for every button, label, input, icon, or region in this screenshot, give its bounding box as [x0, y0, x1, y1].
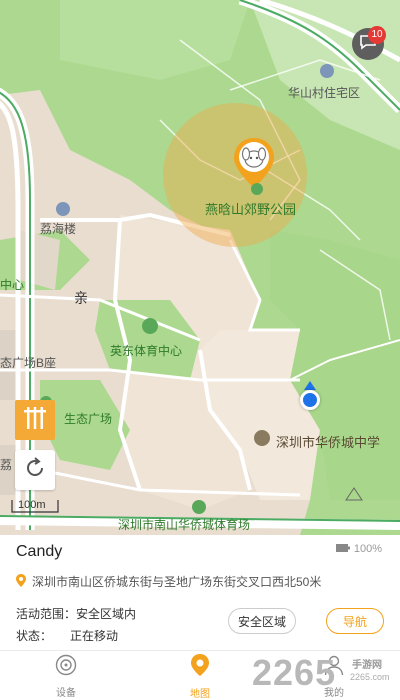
label-huashan: 华山村住宅区	[288, 86, 361, 100]
label-qin: 亲	[74, 290, 88, 306]
label-shengtai: 生态广场	[64, 412, 113, 426]
device-info-panel: Candy 100% 深圳市南山区侨城东街与圣地广场东街交叉口西北50米 活动范…	[0, 535, 400, 650]
park-icon	[251, 183, 263, 195]
watermark-logo: 2265	[252, 652, 337, 693]
poi-residential-icon	[320, 64, 334, 78]
map-tab-icon	[190, 653, 210, 682]
school-icon	[254, 430, 270, 446]
battery-status: 100%	[335, 543, 382, 555]
label-park: 燕晗山郊野公园	[205, 202, 297, 217]
tab-map[interactable]: 地图	[160, 651, 240, 700]
fence-icon	[22, 405, 48, 436]
watermark-url: 2265.com	[350, 672, 390, 682]
device-name: Candy	[16, 543, 63, 560]
label-zhongxin: 中心	[0, 278, 25, 292]
address-text: 深圳市南山区侨城东街与圣地广场东街交叉口西北50米	[32, 575, 322, 589]
bottom-tab-bar: 设备 地图 我的	[0, 650, 400, 700]
safe-zone-button[interactable]: 安全区域	[228, 608, 296, 634]
watermark-subtitle: 手游网	[352, 660, 382, 671]
fence-button[interactable]	[15, 400, 55, 440]
battery-percent: 100%	[353, 543, 382, 555]
sports-center-icon	[142, 318, 158, 334]
label-yingdong: 英东体育中心	[110, 344, 183, 358]
refresh-icon	[23, 456, 47, 485]
poi-building-icon	[56, 202, 70, 216]
battery-icon	[335, 543, 350, 555]
heading-arrow-icon	[304, 381, 316, 390]
label-lihai2: 荔	[0, 458, 13, 472]
activity-range-row: 活动范围：安全区域内	[16, 605, 136, 622]
label-lihai: 荔海楼	[40, 222, 77, 236]
app-root: 10 华山村住宅区 燕晗山郊野公园 荔海楼 中心 亲 英东体育中心 态广场B座	[0, 0, 400, 700]
tab-device-label: 设备	[56, 687, 76, 699]
map-scale-text: 100m	[18, 499, 46, 511]
activity-label: 活动范围：	[16, 607, 77, 621]
tab-device[interactable]: 设备	[26, 651, 106, 700]
tab-map-label: 地图	[190, 688, 210, 700]
address-row: 深圳市南山区侨城东街与圣地广场东街交叉口西北50米	[16, 573, 321, 590]
status-row: 状态： 正在移动	[16, 627, 118, 644]
navigate-button[interactable]: 导航	[326, 608, 384, 634]
message-badge: 10	[368, 26, 386, 44]
map-view[interactable]: 10 华山村住宅区 燕晗山郊野公园 荔海楼 中心 亲 英东体育中心 态广场B座	[0, 0, 400, 535]
device-tab-icon	[55, 654, 77, 681]
label-shengtai-b: 态广场B座	[0, 356, 57, 370]
location-pin-icon	[16, 573, 26, 590]
status-label: 状态：	[16, 629, 53, 643]
refresh-button[interactable]	[15, 450, 55, 490]
stadium-icon	[192, 500, 206, 514]
activity-value: 安全区域内	[76, 607, 137, 621]
label-school: 深圳市华侨城中学	[276, 435, 381, 450]
my-location-dot	[300, 390, 320, 410]
label-road-bottom: 深圳市南山华侨城体育场	[118, 518, 251, 532]
status-value: 正在移动	[70, 629, 119, 643]
map-base	[0, 0, 400, 535]
